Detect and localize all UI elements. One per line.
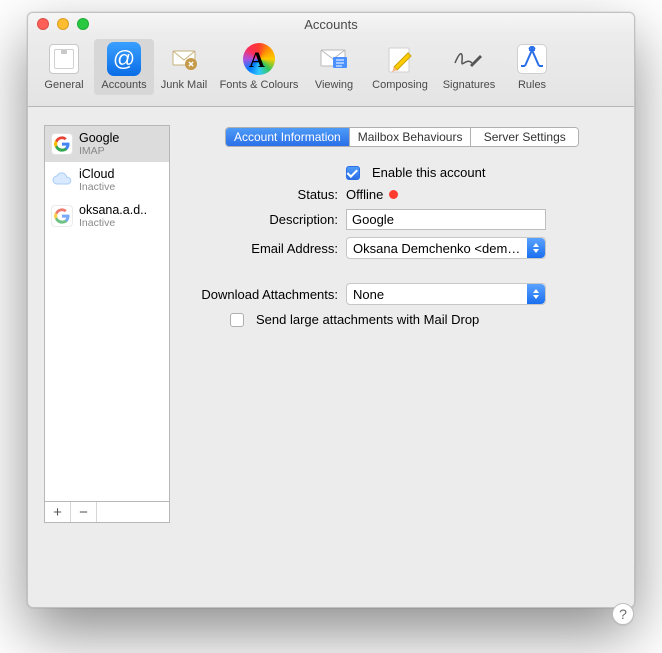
account-name: Google <box>79 131 119 145</box>
toolbar-label: Rules <box>518 79 546 91</box>
junk-mail-icon <box>167 42 201 76</box>
preferences-window: Accounts General @ Accounts Junk Mail <box>27 12 635 608</box>
account-info-form: Enable this account Status: Offline Desc… <box>186 165 618 327</box>
accounts-list: Google IMAP iCloud Inactive <box>44 125 170 501</box>
remove-account-button[interactable]: − <box>71 502 97 522</box>
account-row-google[interactable]: Google IMAP <box>45 126 169 162</box>
toolbar-fonts-colours[interactable]: A Fonts & Colours <box>214 39 304 95</box>
window-controls <box>28 18 89 30</box>
email-address-label: Email Address: <box>186 241 346 256</box>
download-attachments-label: Download Attachments: <box>186 287 346 302</box>
toolbar-composing[interactable]: Composing <box>364 39 436 95</box>
enable-account-checkbox[interactable] <box>346 166 360 180</box>
toolbar-label: Composing <box>372 79 428 91</box>
account-sub: Inactive <box>79 181 115 193</box>
tab-account-information[interactable]: Account Information <box>226 128 350 146</box>
enable-account-label: Enable this account <box>372 165 485 180</box>
mail-drop-checkbox[interactable] <box>230 313 244 327</box>
toolbar-label: General <box>44 79 83 91</box>
add-account-button[interactable]: + <box>45 502 71 522</box>
account-row-icloud[interactable]: iCloud Inactive <box>45 162 169 198</box>
detail-tabs: Account Information Mailbox Behaviours S… <box>225 127 579 147</box>
stepper-icon <box>527 238 545 258</box>
status-label: Status: <box>186 187 346 202</box>
tab-server-settings[interactable]: Server Settings <box>471 128 578 146</box>
titlebar: Accounts <box>28 13 634 35</box>
account-name: iCloud <box>79 167 115 181</box>
google-icon <box>51 133 73 155</box>
toolbar-label: Junk Mail <box>161 79 207 91</box>
email-address-select[interactable]: Oksana Demchenko <demchen… <box>346 237 546 259</box>
signatures-icon <box>452 42 486 76</box>
account-detail: Account Information Mailbox Behaviours S… <box>186 125 618 591</box>
stepper-icon <box>527 284 545 304</box>
toolbar-label: Signatures <box>443 79 496 91</box>
close-window-button[interactable] <box>37 18 49 30</box>
toolbar-label: Accounts <box>101 79 146 91</box>
status-value: Offline <box>346 187 383 202</box>
account-sub: Inactive <box>79 217 147 229</box>
accounts-sidebar-wrap: Google IMAP iCloud Inactive <box>44 125 170 591</box>
mail-drop-label: Send large attachments with Mail Drop <box>256 312 479 327</box>
help-button[interactable]: ? <box>612 603 634 625</box>
fonts-colours-icon: A <box>242 42 276 76</box>
account-name: oksana.a.d.. <box>79 203 147 217</box>
content-area: Google IMAP iCloud Inactive <box>28 107 634 607</box>
toolbar-accounts[interactable]: @ Accounts <box>94 39 154 95</box>
minimize-window-button[interactable] <box>57 18 69 30</box>
general-icon <box>47 42 81 76</box>
status-indicator-icon <box>389 190 398 199</box>
accounts-icon: @ <box>107 42 141 76</box>
email-address-value: Oksana Demchenko <demchen… <box>353 241 523 256</box>
toolbar-signatures[interactable]: Signatures <box>436 39 502 95</box>
description-label: Description: <box>186 212 346 227</box>
toolbar-junk-mail[interactable]: Junk Mail <box>154 39 214 95</box>
description-input[interactable] <box>346 209 546 230</box>
zoom-window-button[interactable] <box>77 18 89 30</box>
google-icon <box>51 205 73 227</box>
toolbar-general[interactable]: General <box>34 39 94 95</box>
toolbar-viewing[interactable]: Viewing <box>304 39 364 95</box>
accounts-list-footer: + − <box>44 501 170 523</box>
viewing-icon <box>317 42 351 76</box>
rules-icon <box>515 42 549 76</box>
window-title: Accounts <box>28 17 634 32</box>
account-sub: IMAP <box>79 145 119 157</box>
download-attachments-select[interactable]: None <box>346 283 546 305</box>
toolbar-label: Fonts & Colours <box>220 79 299 91</box>
download-attachments-value: None <box>353 287 523 302</box>
account-row-oksana[interactable]: oksana.a.d.. Inactive <box>45 198 169 234</box>
toolbar-rules[interactable]: Rules <box>502 39 562 95</box>
toolbar-label: Viewing <box>315 79 353 91</box>
preferences-toolbar: General @ Accounts Junk Mail A Fonts & C… <box>28 35 634 107</box>
icloud-icon <box>51 169 73 191</box>
composing-icon <box>383 42 417 76</box>
tab-mailbox-behaviours[interactable]: Mailbox Behaviours <box>350 128 472 146</box>
